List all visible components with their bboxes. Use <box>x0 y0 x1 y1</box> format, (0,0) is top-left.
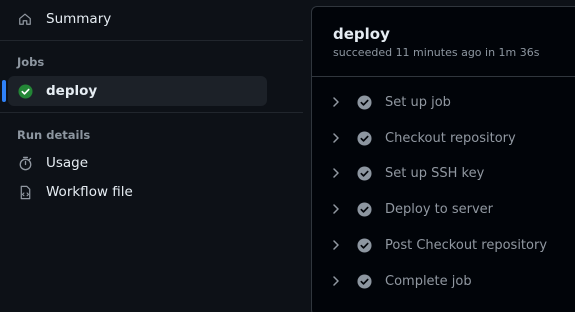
sidebar-item-label: deploy <box>46 83 98 99</box>
step-post-checkout-repository[interactable]: Post Checkout repository <box>332 232 572 258</box>
check-circle-icon <box>17 83 33 99</box>
check-circle-icon <box>357 94 372 110</box>
sidebar-divider <box>0 40 303 41</box>
step-set-up-ssh-key[interactable]: Set up SSH key <box>332 160 572 186</box>
step-deploy-to-server[interactable]: Deploy to server <box>332 196 572 222</box>
job-title: deploy <box>333 25 390 43</box>
step-checkout-repository[interactable]: Checkout repository <box>332 125 572 151</box>
check-circle-icon <box>357 130 372 146</box>
job-header: deploy succeeded 11 minutes ago in 1m 36… <box>312 7 575 77</box>
active-indicator <box>2 80 6 102</box>
home-icon <box>17 11 33 27</box>
sidebar-item-label: Workflow file <box>46 184 133 200</box>
chevron-right-icon <box>332 204 342 214</box>
sidebar-item-workflow-file[interactable]: Workflow file <box>8 177 267 207</box>
step-label: Set up SSH key <box>385 165 485 181</box>
chevron-right-icon <box>332 240 342 250</box>
sidebar-item-usage[interactable]: Usage <box>8 148 267 178</box>
step-label: Post Checkout repository <box>385 237 548 253</box>
sidebar-item-label: Summary <box>46 11 112 27</box>
chevron-right-icon <box>332 133 342 143</box>
check-circle-icon <box>357 201 372 217</box>
step-label: Deploy to server <box>385 201 493 217</box>
run-details-heading: Run details <box>17 128 91 142</box>
sidebar-item-label: Usage <box>46 155 89 171</box>
sidebar-item-summary[interactable]: Summary <box>8 4 267 34</box>
chevron-right-icon <box>332 168 342 178</box>
check-circle-icon <box>357 237 372 253</box>
sidebar-item-deploy[interactable]: deploy <box>8 76 267 106</box>
check-circle-icon <box>357 273 372 289</box>
step-set-up-job[interactable]: Set up job <box>332 89 572 115</box>
job-status-text: succeeded 11 minutes ago in 1m 36s <box>333 46 540 59</box>
stopwatch-icon <box>17 155 33 171</box>
chevron-right-icon <box>332 97 342 107</box>
step-label: Complete job <box>385 273 472 289</box>
job-panel: deploy succeeded 11 minutes ago in 1m 36… <box>311 6 575 312</box>
check-circle-icon <box>357 165 372 181</box>
step-complete-job[interactable]: Complete job <box>332 268 572 294</box>
sidebar-divider <box>0 112 303 113</box>
file-code-icon <box>17 184 33 200</box>
step-label: Set up job <box>385 94 451 110</box>
sidebar: Summary Jobs deploy Run details Usage Wo… <box>0 0 303 312</box>
step-label: Checkout repository <box>385 130 516 146</box>
chevron-right-icon <box>332 276 342 286</box>
jobs-heading: Jobs <box>17 55 45 69</box>
